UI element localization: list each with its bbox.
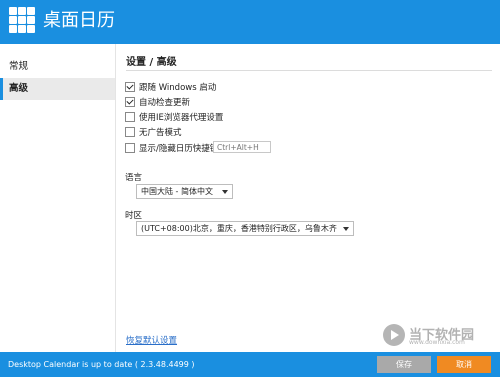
checkbox[interactable] <box>125 127 135 137</box>
checkbox[interactable] <box>125 143 135 153</box>
option-no-ads[interactable]: 无广告模式 <box>125 126 182 138</box>
reset-defaults-link[interactable]: 恢复默认设置 <box>126 334 177 346</box>
option-label: 使用IE浏览器代理设置 <box>139 113 224 123</box>
option-label: 自动检查更新 <box>139 98 191 108</box>
checkbox[interactable] <box>125 82 135 92</box>
language-label: 语言 <box>125 173 143 183</box>
option-auto-update[interactable]: 自动检查更新 <box>125 96 190 108</box>
timezone-label: 时区 <box>125 211 143 221</box>
language-select[interactable]: 中国大陆 - 简体中文 <box>136 184 233 199</box>
divider <box>126 70 492 71</box>
play-icon <box>383 324 405 346</box>
timezone-select[interactable]: (UTC+08:00)北京，重庆，香港特别行政区，乌鲁木齐 <box>136 221 354 236</box>
settings-panel: 设置 / 高级 跟随 Windows 启动 自动检查更新 使用IE浏览器代理设置… <box>116 44 500 352</box>
option-label: 显示/隐藏日历快捷键 <box>139 144 219 154</box>
chevron-down-icon <box>343 227 349 231</box>
option-label: 跟随 Windows 启动 <box>139 83 217 93</box>
timezone-value: (UTC+08:00)北京，重庆，香港特别行政区，乌鲁木齐 <box>141 224 337 233</box>
option-start-with-windows[interactable]: 跟随 Windows 启动 <box>125 81 216 93</box>
language-value: 中国大陆 - 简体中文 <box>141 187 213 196</box>
hotkey-input[interactable]: Ctrl+Alt+H <box>213 141 271 153</box>
app-title: 桌面日历 <box>43 10 115 31</box>
cancel-button[interactable]: 取消 <box>437 356 491 373</box>
app-logo-icon <box>9 7 36 34</box>
chevron-down-icon <box>222 190 228 194</box>
sidebar: 常规 高级 <box>0 44 116 352</box>
title-bar: 桌面日历 <box>0 0 500 44</box>
status-text: Desktop Calendar is up to date ( 2.3.48.… <box>8 360 195 369</box>
checkbox[interactable] <box>125 112 135 122</box>
watermark: 当下软件园 www.downxia.com <box>383 324 495 348</box>
option-hotkey[interactable]: 显示/隐藏日历快捷键 Ctrl+Alt+H <box>125 141 271 154</box>
footer-bar: Desktop Calendar is up to date ( 2.3.48.… <box>0 352 500 377</box>
sidebar-item-general[interactable]: 常规 <box>0 56 115 78</box>
option-ie-proxy[interactable]: 使用IE浏览器代理设置 <box>125 111 223 123</box>
section-title: 设置 / 高级 <box>126 57 177 68</box>
option-label: 无广告模式 <box>139 128 182 138</box>
watermark-url: www.downxia.com <box>409 339 465 346</box>
sidebar-item-advanced[interactable]: 高级 <box>0 78 115 100</box>
checkbox[interactable] <box>125 97 135 107</box>
save-button[interactable]: 保存 <box>377 356 431 373</box>
